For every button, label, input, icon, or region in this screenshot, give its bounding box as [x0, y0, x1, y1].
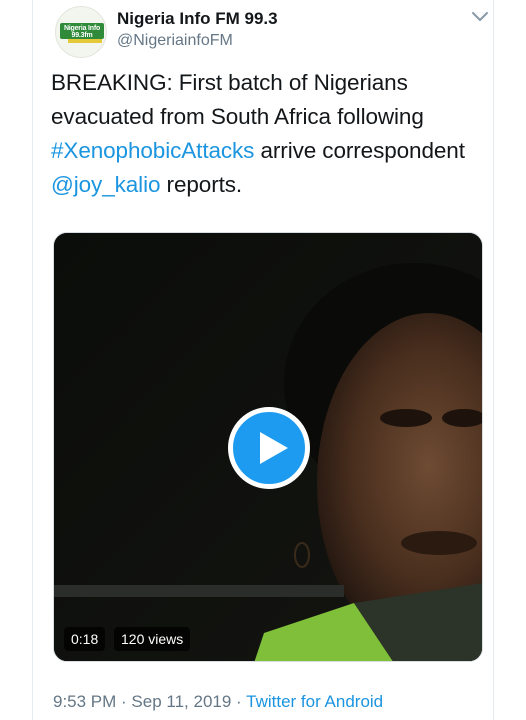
tweet-card: Nigeria Info 99.3fm Nigeria Info FM 99.3…	[32, 0, 494, 720]
play-button[interactable]	[228, 407, 310, 489]
chevron-down-icon[interactable]	[471, 10, 489, 24]
tweet-text-part1: BREAKING: First batch of Nigerians evacu…	[51, 70, 424, 129]
tweet-meta: 9:53 PM · Sep 11, 2019 · Twitter for And…	[53, 692, 383, 712]
logo-accent-bar	[68, 39, 102, 43]
tweet-time[interactable]: 9:53 PM	[53, 692, 116, 711]
play-icon	[260, 432, 288, 464]
tweet-source-link[interactable]: Twitter for Android	[246, 692, 383, 711]
tweet-date[interactable]: Sep 11, 2019	[131, 692, 231, 711]
video-duration: 0:18	[64, 627, 106, 651]
tweet-text: BREAKING: First batch of Nigerians evacu…	[51, 66, 491, 202]
meta-separator: ·	[116, 692, 132, 711]
hashtag-link[interactable]: #XenophobicAttacks	[51, 138, 254, 163]
meta-separator: ·	[231, 692, 247, 711]
mention-link[interactable]: @joy_kalio	[51, 172, 161, 197]
tweet-header: Nigeria Info 99.3fm Nigeria Info FM 99.3…	[55, 6, 489, 58]
avatar[interactable]: Nigeria Info 99.3fm	[55, 6, 107, 58]
tweet-text-part3: reports.	[160, 172, 243, 197]
tweet-text-part2: arrive correspondent	[254, 138, 465, 163]
avatar-logo-text: Nigeria Info 99.3fm	[63, 25, 101, 39]
nigeria-info-logo-icon: Nigeria Info 99.3fm	[60, 23, 104, 39]
video-views: 120 views	[114, 627, 191, 651]
account-handle[interactable]: @NigeriainfoFM	[117, 32, 233, 50]
video-player[interactable]: 0:18 120 views	[53, 232, 483, 662]
display-name[interactable]: Nigeria Info FM 99.3	[117, 9, 278, 29]
